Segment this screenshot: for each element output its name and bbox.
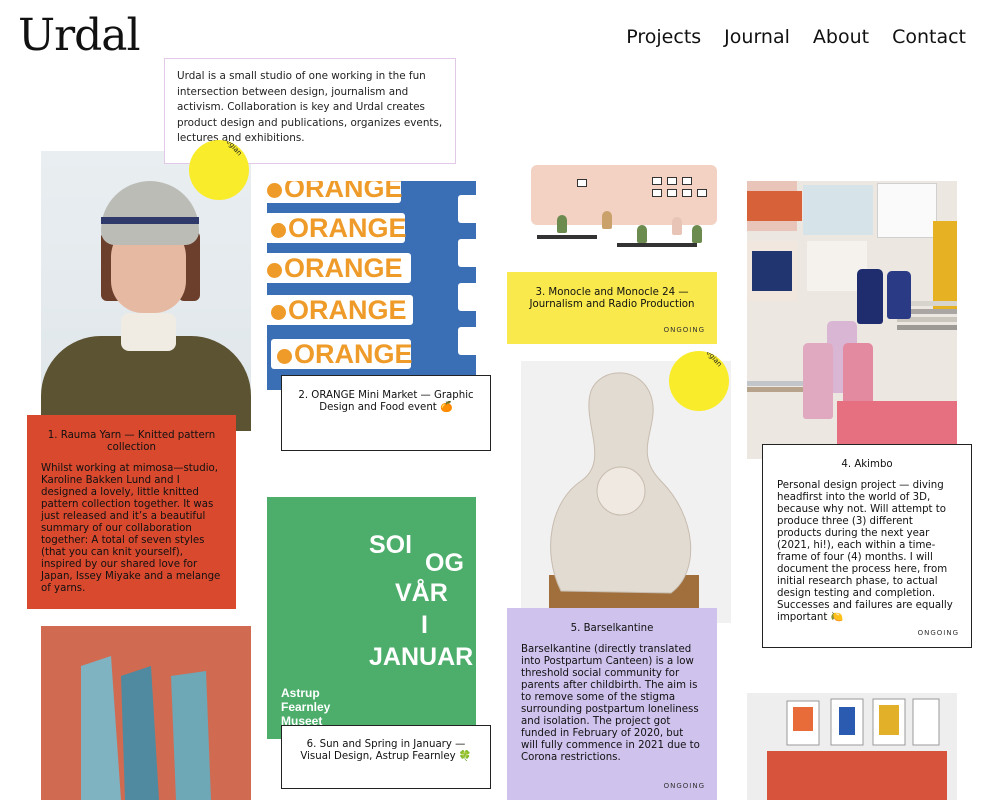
- orange-sign-edge: [458, 239, 476, 267]
- yarn-spool: [803, 343, 833, 419]
- project-4-title[interactable]: 4. Akimbo: [777, 459, 957, 471]
- orange-sign: ORANGE: [271, 339, 413, 369]
- wall-art: [877, 183, 937, 238]
- project-5-description: Barselkantine (directly translated into …: [521, 644, 700, 763]
- book-stack: [897, 325, 957, 330]
- wall-screen: [697, 189, 707, 197]
- nav-journal[interactable]: Journal: [724, 26, 790, 48]
- orange-sign: ORANGE: [267, 253, 411, 283]
- portrait-turtleneck: [121, 313, 176, 351]
- orange-sign-edge: [458, 327, 476, 355]
- yarn-spool: [887, 271, 911, 319]
- project-4-description: Personal design project — diving headfir…: [777, 480, 953, 623]
- project-5-card[interactable]: 5. Barselkantine Barselkantine (directly…: [507, 608, 717, 800]
- project-6-card[interactable]: 6. Sun and Spring in January — Visual De…: [281, 725, 491, 789]
- nav-about[interactable]: About: [813, 26, 869, 48]
- orange-sign-edge: [458, 283, 476, 311]
- office-person: [637, 225, 647, 243]
- office-person: [557, 215, 567, 233]
- wall-screen: [577, 179, 587, 187]
- badge-label: Only in Norwegian: [674, 351, 723, 368]
- portrait-knitted-hat: [101, 181, 199, 245]
- project-1-title[interactable]: 1. Rauma Yarn — Knitted pattern collecti…: [41, 430, 222, 454]
- nav-projects[interactable]: Projects: [626, 26, 701, 48]
- wall-art: [747, 191, 802, 221]
- office-person: [672, 217, 682, 235]
- poster-org: Astrup: [281, 686, 320, 700]
- yarn-spool: [857, 269, 883, 324]
- wall-screen: [652, 189, 662, 197]
- wall-art: [803, 185, 873, 235]
- poster-word: VÅR: [395, 579, 448, 607]
- project-3-card[interactable]: 3. Monocle and Monocle 24 — Journalism a…: [507, 272, 717, 344]
- project-2-image[interactable]: ORANGE ORANGE ORANGE ORANGE ORANGE: [267, 181, 476, 390]
- wall-screen: [667, 177, 677, 185]
- project-7-image[interactable]: [41, 626, 251, 800]
- orange-sign: ORANGE: [267, 181, 403, 203]
- office-person: [692, 225, 702, 243]
- wall-screen: [682, 177, 692, 185]
- project-1-card[interactable]: 1. Rauma Yarn — Knitted pattern collecti…: [27, 415, 236, 609]
- project-4-card[interactable]: 4. Akimbo Personal design project — divi…: [762, 444, 972, 648]
- office-person: [602, 211, 612, 229]
- ongoing-label: ONGOING: [663, 326, 705, 334]
- book-stack: [747, 387, 807, 392]
- main-nav: Projects Journal About Contact: [626, 26, 966, 48]
- poster-word: I: [421, 611, 428, 639]
- norwegian-badge: Only in Norwegian: [189, 140, 249, 200]
- orange-sign: ORANGE: [267, 213, 407, 243]
- nav-contact[interactable]: Contact: [892, 26, 966, 48]
- wall-screen: [682, 189, 692, 197]
- glass-sculpture-illustration: [81, 656, 211, 800]
- poster-word: OG: [425, 549, 464, 577]
- project-3-image[interactable]: [507, 165, 717, 275]
- yellow-binder: [933, 221, 957, 311]
- project-2-title[interactable]: 2. ORANGE Mini Market — Graphic Design a…: [292, 390, 480, 414]
- wall-screen: [667, 189, 677, 197]
- book-stack: [747, 381, 807, 386]
- project-5-title[interactable]: 5. Barselkantine: [521, 623, 703, 635]
- exhibition-illustration: [767, 698, 947, 800]
- norwegian-badge: Only in Norwegian: [669, 351, 729, 411]
- wall-art: [752, 251, 792, 291]
- project-8-image[interactable]: [747, 693, 957, 800]
- project-6-title[interactable]: 6. Sun and Spring in January — Visual De…: [292, 739, 480, 763]
- ongoing-label: ONGOING: [663, 782, 705, 790]
- poster-org: Fearnley: [281, 700, 331, 714]
- wall-screen: [652, 177, 662, 185]
- project-6-image[interactable]: SOl OG VÅR I JANUAR Astrup Fearnley Muse…: [267, 497, 476, 739]
- orange-sign-edge: [458, 195, 476, 223]
- orange-sign: ORANGE: [267, 295, 413, 325]
- site-logo[interactable]: Urdal: [18, 10, 141, 61]
- poster-word: JANUAR: [369, 643, 474, 671]
- project-3-title[interactable]: 3. Monocle and Monocle 24 — Journalism a…: [517, 287, 707, 311]
- project-1-description: Whilst working at mimosa—studio, Karolin…: [41, 463, 221, 594]
- project-4-image[interactable]: [747, 181, 957, 459]
- project-2-card[interactable]: 2. ORANGE Mini Market — Graphic Design a…: [281, 375, 491, 451]
- office-desk: [537, 235, 597, 239]
- poster-word: SOl: [369, 531, 413, 559]
- ongoing-label: ONGOING: [917, 629, 959, 637]
- office-desk: [617, 243, 697, 247]
